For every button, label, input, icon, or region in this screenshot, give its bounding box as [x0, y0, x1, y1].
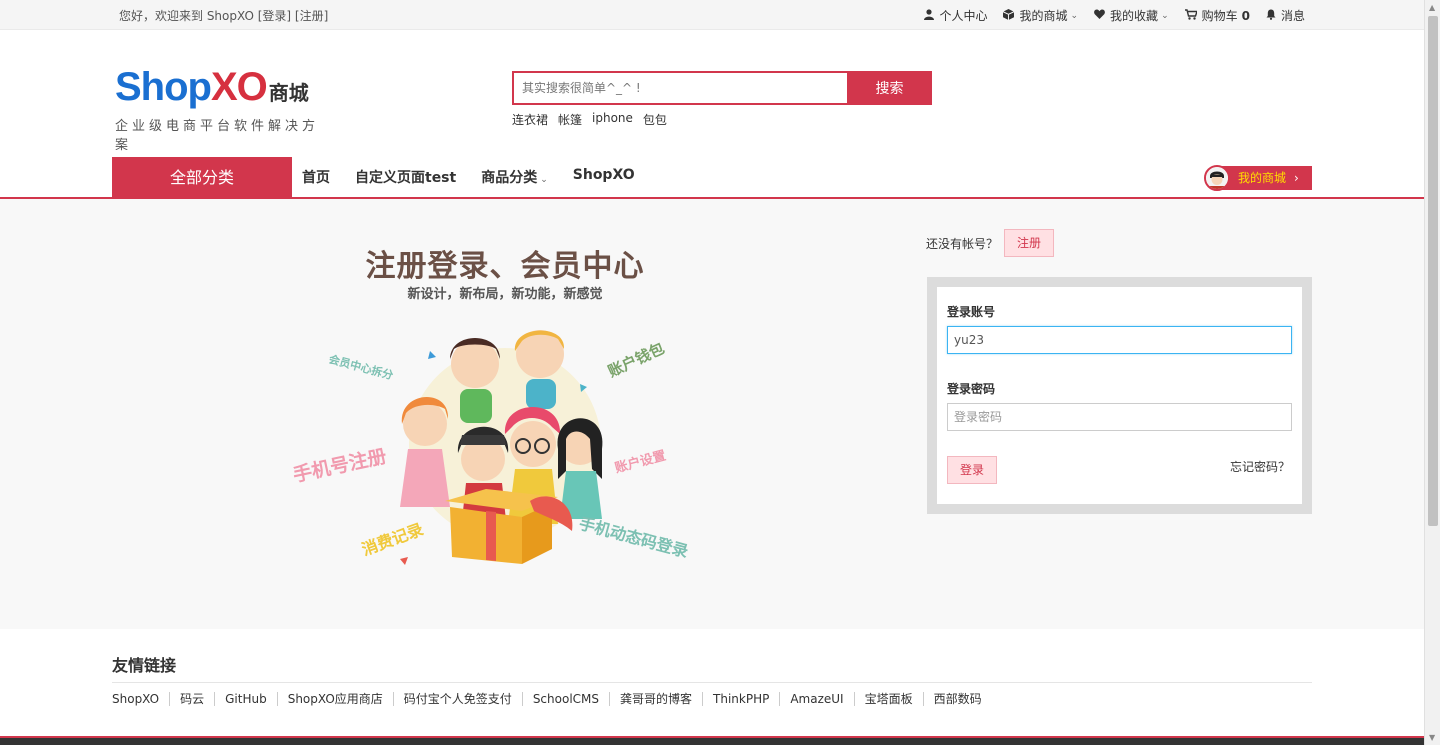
register-link[interactable]: [注册]	[295, 9, 328, 23]
chevron-down-icon: ⌄	[1161, 10, 1169, 21]
register-prompt: 还没有帐号？ 注册	[926, 229, 1055, 257]
login-form-panel: 登录账号 yu23 登录密码 登录密码 登录 忘记密码？	[937, 287, 1302, 504]
top-nav-personal-center[interactable]: 个人中心	[924, 7, 987, 24]
friend-link[interactable]: ShopXO应用商店	[276, 692, 393, 706]
register-button[interactable]: 注册	[1004, 229, 1055, 257]
hot-search-words: 连衣裙 帐篷 iphone 包包	[512, 111, 667, 128]
login-form: 登录账号 yu23 登录密码 登录密码 登录 忘记密码？	[927, 277, 1312, 514]
cart-count: 0	[1241, 8, 1250, 23]
login-link[interactable]: [登录]	[258, 9, 291, 23]
password-field[interactable]: 登录密码	[947, 403, 1292, 431]
scroll-up-icon[interactable]: ▲	[1429, 3, 1435, 12]
search-input[interactable]	[512, 71, 847, 105]
scroll-down-icon[interactable]: ▼	[1429, 733, 1435, 742]
promo-illustration: 注册登录、会员中心 新设计，新布局，新功能，新感觉 会员中心拆分 账户钱包 手机…	[290, 239, 740, 579]
all-categories-button[interactable]: 全部分类	[112, 157, 292, 197]
friend-links: 友情链接 ShopXO 码云 GitHub ShopXO应用商店 码付宝个人免签…	[112, 652, 1312, 706]
scrollbar-thumb[interactable]	[1428, 16, 1438, 526]
top-nav-cart[interactable]: 购物车 0	[1184, 7, 1250, 24]
top-nav-label: 个人中心	[939, 9, 988, 23]
top-nav-favorites[interactable]: 我的收藏 ⌄	[1094, 7, 1169, 24]
welcome-text: 您好，欢迎来到 ShopXO [登录] [注册]	[119, 7, 328, 24]
top-nav-my-mall[interactable]: 我的商城 ⌄	[1003, 7, 1078, 24]
avatar	[1204, 165, 1230, 191]
top-nav-label: 购物车	[1201, 9, 1238, 23]
forgot-password-link[interactable]: 忘记密码？	[1230, 458, 1290, 475]
nav-link-categories[interactable]: 商品分类 ⌄	[481, 167, 548, 187]
password-label: 登录密码	[947, 382, 996, 396]
hot-word[interactable]: 连衣裙	[512, 111, 548, 128]
friend-link[interactable]: GitHub	[214, 692, 277, 706]
top-nav-label: 消息	[1280, 9, 1305, 23]
account-label: 登录账号	[947, 305, 996, 319]
page: 您好，欢迎来到 ShopXO [登录] [注册] 个人中心 我的商城 ⌄ 我的收…	[0, 0, 1424, 745]
friend-links-title: 友情链接	[112, 652, 1312, 683]
top-bar: 您好，欢迎来到 ShopXO [登录] [注册] 个人中心 我的商城 ⌄ 我的收…	[0, 0, 1424, 30]
friend-link[interactable]: 宝塔面板	[853, 692, 923, 706]
nav-link-shopxo[interactable]: ShopXO	[573, 167, 635, 187]
nav-links: 首页 自定义页面test 商品分类 ⌄ ShopXO	[302, 167, 635, 187]
login-section: 注册登录、会员中心 新设计，新布局，新功能，新感觉 会员中心拆分 账户钱包 手机…	[0, 199, 1424, 629]
friend-link[interactable]: ThinkPHP	[702, 692, 779, 706]
friend-link[interactable]: ShopXO	[112, 692, 169, 706]
friend-link[interactable]: 码付宝个人免签支付	[392, 692, 522, 706]
main-nav: 全部分类 首页 自定义页面test 商品分类 ⌄ ShopXO 我的商城 ›	[0, 157, 1424, 199]
friend-links-list: ShopXO 码云 GitHub ShopXO应用商店 码付宝个人免签支付 Sc…	[112, 692, 1312, 706]
my-mall-button[interactable]: 我的商城 ›	[1204, 165, 1312, 191]
bell-icon	[1266, 9, 1276, 23]
cube-icon	[1003, 8, 1015, 23]
heart-icon	[1094, 9, 1105, 22]
hot-word[interactable]: 包包	[643, 111, 667, 128]
nav-link-home[interactable]: 首页	[302, 167, 330, 187]
welcome-prefix: 您好，欢迎来到 ShopXO	[119, 9, 258, 23]
password-placeholder: 登录密码	[954, 410, 1003, 424]
chevron-down-icon: ⌄	[1070, 10, 1079, 21]
hot-word[interactable]: iphone	[592, 111, 633, 128]
user-icon	[924, 8, 935, 23]
top-nav: 个人中心 我的商城 ⌄ 我的收藏 ⌄ 购物车 0 消息	[908, 7, 1305, 24]
account-field[interactable]: yu23	[947, 326, 1292, 354]
top-nav-label: 我的收藏	[1110, 9, 1159, 23]
footer-bar	[0, 736, 1424, 745]
top-nav-label: 我的商城	[1019, 9, 1068, 23]
logo-wordmark: ShopXO 商城	[115, 65, 309, 109]
logo-tagline: 企业级电商平台软件解决方案	[115, 119, 320, 153]
my-mall-label: 我的商城 ›	[1216, 166, 1312, 190]
search-button[interactable]: 搜索	[847, 71, 932, 105]
nav-link-custom-page[interactable]: 自定义页面test	[355, 167, 456, 187]
members-illustration	[400, 330, 603, 565]
friend-link[interactable]: SchoolCMS	[521, 692, 609, 706]
top-nav-messages[interactable]: 消息	[1266, 7, 1305, 24]
friend-link[interactable]: 码云	[169, 692, 214, 706]
cart-icon	[1184, 8, 1198, 23]
login-button[interactable]: 登录	[947, 456, 997, 484]
chevron-down-icon: ⌄	[540, 175, 548, 185]
friend-link[interactable]: AmazeUI	[779, 692, 853, 706]
friend-link[interactable]: 西部数码	[922, 692, 992, 706]
no-account-text: 还没有帐号？	[926, 236, 999, 251]
search-bar: 搜索	[512, 71, 932, 105]
chevron-right-icon: ›	[1294, 171, 1299, 185]
friend-link[interactable]: 龚哥哥的博客	[609, 692, 702, 706]
site-logo[interactable]: ShopXO 商城 企业级电商平台软件解决方案	[115, 65, 335, 153]
page-scrollbar[interactable]: ▲ ▼	[1424, 0, 1440, 745]
hot-word[interactable]: 帐篷	[558, 111, 582, 128]
